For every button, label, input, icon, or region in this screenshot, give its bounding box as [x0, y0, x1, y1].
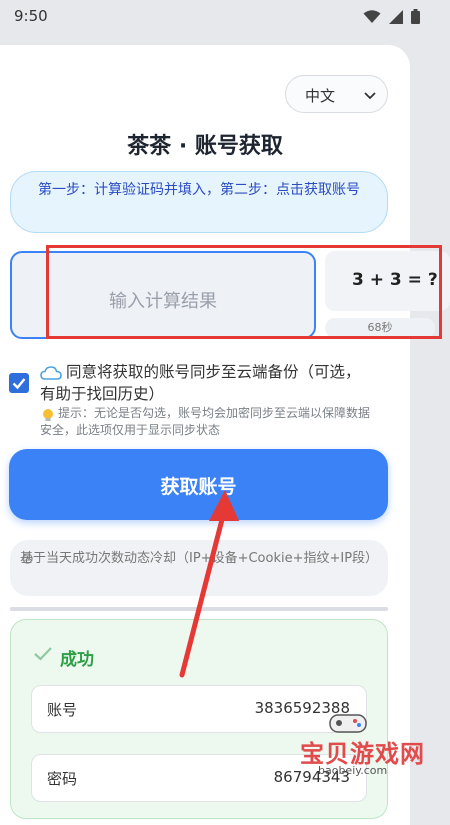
gamepad-icon	[329, 714, 367, 733]
watermark: 宝贝游戏网 baobeiy.com	[300, 710, 445, 780]
annotation-arrow-icon	[179, 490, 239, 678]
watermark-url: baobeiy.com	[318, 764, 388, 777]
